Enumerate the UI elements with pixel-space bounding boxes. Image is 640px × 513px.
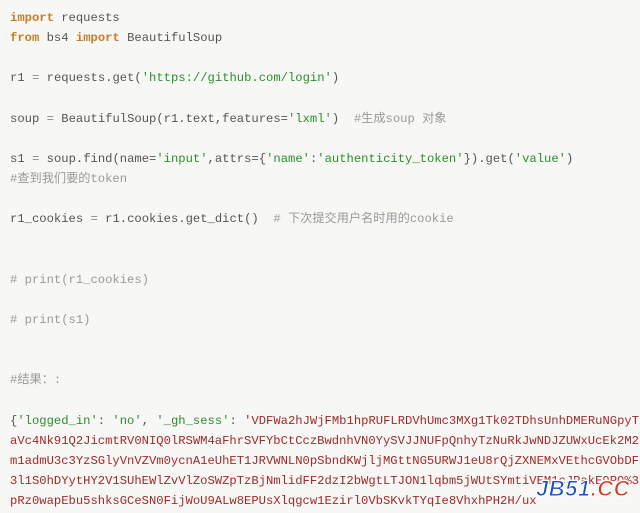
module-bs4: bs4 <box>47 31 69 45</box>
keyword-from: from <box>10 31 39 45</box>
result-val-d: 3l1S0hDYytHY2V1SUhEWlZvVlZoSWZpTzBjNmlid… <box>10 474 640 488</box>
mid-attrs: ,attrs={ <box>208 152 267 166</box>
code-block: import requests from bs4 import Beautifu… <box>0 0 640 513</box>
result-val-a: 'VDFWa2hJWjFMb1hpRUFLRDVhUmc3MXg1Tk02TDh… <box>244 414 640 428</box>
comment-token: #查到我们要的token <box>10 172 127 186</box>
str-value: 'value' <box>515 152 566 166</box>
op-eq: = <box>32 152 39 166</box>
comment-soup: #生成soup 对象 <box>339 112 446 126</box>
var-r1: r1 <box>10 71 25 85</box>
result-key-ghsess: '_gh_sess' <box>156 414 229 428</box>
colon: : <box>98 414 113 428</box>
close-paren: ) <box>332 71 339 85</box>
str-token: 'authenticity_token' <box>317 152 463 166</box>
str-lxml: 'lxml' <box>288 112 332 126</box>
call-requests-get: requests.get( <box>47 71 142 85</box>
result-key-logged-in: 'logged_in' <box>17 414 97 428</box>
result-val-e: pRz0wapEbu5shksGCeSN0FijWoU9ALw8EPUsXlqg… <box>10 494 537 508</box>
keyword-import-2: import <box>76 31 120 45</box>
result-val-no: 'no' <box>112 414 141 428</box>
op-eq: = <box>32 71 39 85</box>
str-name: 'name' <box>266 152 310 166</box>
close-get: }).get( <box>464 152 515 166</box>
sep: , <box>142 414 157 428</box>
call-getdict: r1.cookies.get_dict() <box>105 212 259 226</box>
result-val-b: aVc4Nk91Q2JicmtRV0NIQ0lRSWM4aFhrSVFYbCtC… <box>10 434 640 448</box>
colon: : <box>229 414 244 428</box>
keyword-import: import <box>10 11 54 25</box>
op-eq: = <box>90 212 97 226</box>
comment-cookie: # 下次提交用户名时用的cookie <box>259 212 454 226</box>
var-s1: s1 <box>10 152 25 166</box>
str-url: 'https://github.com/login' <box>142 71 332 85</box>
comment-result: #结果：: <box>10 373 61 387</box>
class-beautifulsoup: BeautifulSoup <box>127 31 222 45</box>
var-soup: soup <box>10 112 39 126</box>
comment-print1: # print(r1_cookies) <box>10 273 149 287</box>
call-find: soup.find(name= <box>47 152 157 166</box>
str-input: 'input' <box>156 152 207 166</box>
module-requests: requests <box>61 11 120 25</box>
close-paren: ) <box>566 152 573 166</box>
result-val-c: m1admU3c3YzSGlyVnVZVm0ycnA1eUhET1JRVWNLN… <box>10 454 640 468</box>
comment-print2: # print(s1) <box>10 313 90 327</box>
op-eq: = <box>47 112 54 126</box>
call-bs: BeautifulSoup(r1.text,features= <box>61 112 288 126</box>
var-cookies: r1_cookies <box>10 212 83 226</box>
